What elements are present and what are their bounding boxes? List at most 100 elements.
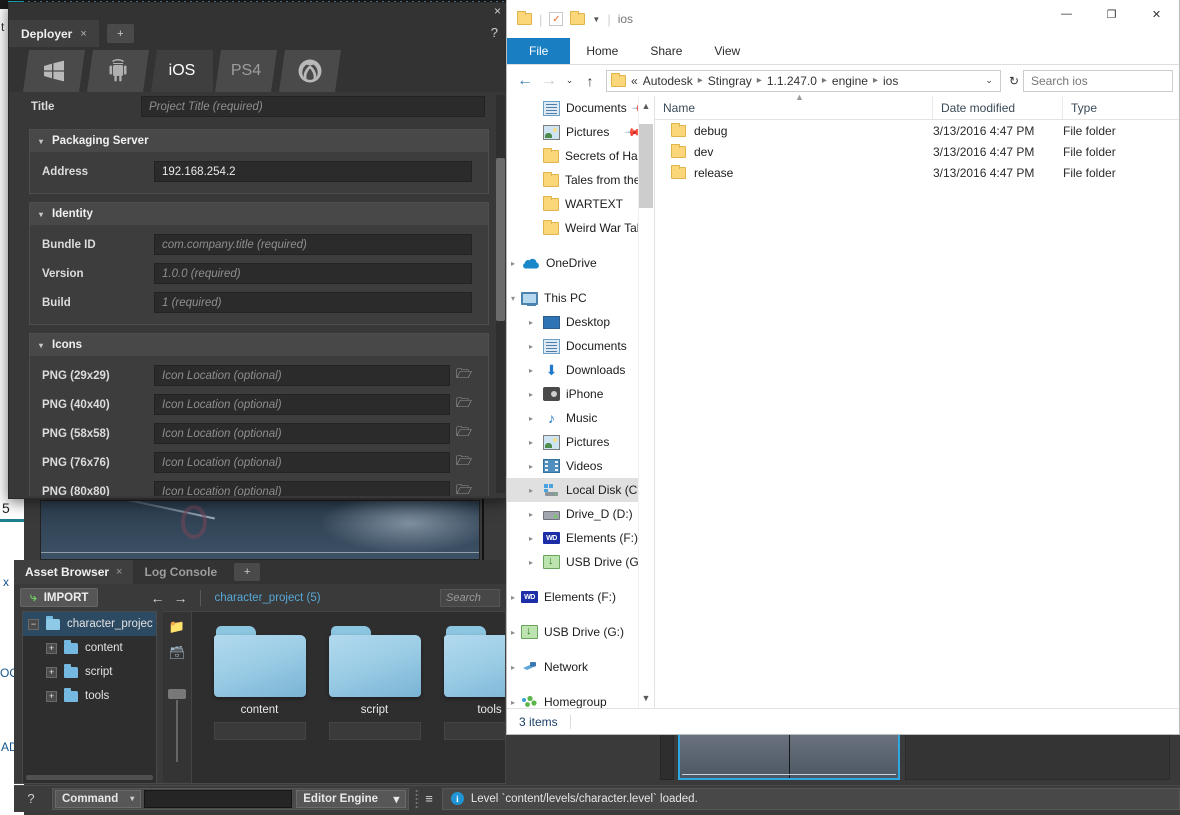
table-row[interactable]: debug 3/13/2016 4:47 PM File folder: [655, 120, 1179, 141]
browse-folder-icon[interactable]: 🗁: [454, 394, 474, 416]
sidebar-scrollbar[interactable]: ▲ ▼: [638, 96, 654, 708]
sidebar-item-this-pc[interactable]: ▾ This PC: [507, 286, 654, 310]
deployer-scrollbar-thumb[interactable]: [496, 158, 505, 321]
column-header-type[interactable]: Type: [1063, 96, 1179, 119]
tree-row[interactable]: + script: [23, 660, 156, 684]
sidebar-item-usb-drive-g[interactable]: ▸ USB Drive (G:): [507, 620, 654, 644]
asset-grid-item[interactable]: content: [202, 626, 317, 740]
tree-horizontal-scrollbar[interactable]: [26, 775, 153, 780]
address-bar[interactable]: « Autodesk ▸ Stingray ▸ 1.1.247.0 ▸ engi…: [606, 69, 1001, 92]
chevron-right-icon[interactable]: ▸: [529, 510, 533, 519]
close-icon[interactable]: ×: [494, 4, 501, 18]
breadcrumb-root[interactable]: «: [631, 74, 638, 88]
tree-row[interactable]: + content: [23, 636, 156, 660]
asset-search-input[interactable]: Search: [440, 588, 500, 607]
help-icon[interactable]: ?: [491, 25, 498, 40]
add-asset-icon[interactable]: 🗃: [169, 645, 186, 661]
back-icon[interactable]: ←: [513, 72, 537, 90]
editor-empty-panel[interactable]: [905, 730, 1170, 780]
scroll-down-icon[interactable]: ▼: [639, 690, 653, 706]
chevron-right-icon[interactable]: ▸: [529, 318, 533, 327]
sidebar-item-pictures[interactable]: ▸ Pictures: [507, 430, 654, 454]
sidebar-item-local-disk-c[interactable]: ▸ Local Disk (C:): [507, 478, 654, 502]
table-row[interactable]: release 3/13/2016 4:47 PM File folder: [655, 162, 1179, 183]
drag-gripper[interactable]: [415, 788, 420, 809]
ribbon-tab-view[interactable]: View: [698, 38, 756, 64]
close-icon[interactable]: ×: [80, 28, 86, 40]
sidebar-item-tales-from-the-c[interactable]: Tales from the C: [507, 168, 654, 192]
sidebar-item-usb-drive-g-child[interactable]: ▸ USB Drive (G:): [507, 550, 654, 574]
explorer-titlebar[interactable]: | ✓ ▼ | ios — ❐ ✕: [507, 0, 1179, 38]
sidebar-item-wartext[interactable]: WARTEXT: [507, 192, 654, 216]
recent-locations-icon[interactable]: ⌄: [561, 75, 578, 86]
platform-tab-android[interactable]: [87, 50, 149, 92]
browse-folder-icon[interactable]: 🗁: [454, 452, 474, 474]
sidebar-item-elements-f[interactable]: ▸ WD Elements (F:): [507, 585, 654, 609]
sidebar-item-desktop[interactable]: ▸ Desktop: [507, 310, 654, 334]
sidebar-item-pictures-quick[interactable]: Pictures 📌: [507, 120, 654, 144]
sidebar-item-weird-war-tales[interactable]: Weird War Tales: [507, 216, 654, 240]
tab-log-console[interactable]: Log Console: [133, 560, 229, 584]
maximize-button[interactable]: ❐: [1089, 0, 1134, 28]
browse-folder-icon[interactable]: 🗁: [454, 365, 474, 387]
sidebar-item-drive-d[interactable]: ▸ Drive_D (D:): [507, 502, 654, 526]
chevron-right-icon[interactable]: ▸: [529, 366, 533, 375]
ribbon-tab-file[interactable]: File: [507, 38, 571, 64]
chevron-right-icon[interactable]: ▸: [529, 462, 533, 471]
forward-icon[interactable]: →: [173, 590, 187, 606]
sidebar-item-onedrive[interactable]: ▸ OneDrive: [507, 251, 654, 275]
chevron-down-icon[interactable]: ⌄: [985, 75, 996, 86]
chevron-right-icon[interactable]: ▸: [529, 390, 533, 399]
ribbon-tab-home[interactable]: Home: [570, 38, 634, 64]
sidebar-item-secrets-of-haunt[interactable]: Secrets of Haunt: [507, 144, 654, 168]
collapse-icon[interactable]: −: [28, 618, 39, 630]
group-packaging-server-header[interactable]: ▾ Packaging Server: [30, 130, 488, 152]
expand-icon[interactable]: +: [46, 666, 57, 678]
scroll-up-icon[interactable]: ▲: [639, 98, 653, 114]
chevron-down-icon[interactable]: ▼: [592, 15, 600, 24]
chevron-down-icon[interactable]: ▾: [511, 294, 515, 303]
refresh-icon[interactable]: ↻: [1005, 74, 1023, 88]
add-tab-button[interactable]: +: [106, 24, 134, 43]
new-folder-icon[interactable]: [570, 11, 586, 25]
browse-folder-icon[interactable]: 🗁: [454, 481, 474, 497]
sidebar-item-elements-f-child[interactable]: ▸ WD Elements (F:): [507, 526, 654, 550]
chevron-right-icon[interactable]: ▸: [511, 663, 515, 672]
platform-tab-windows[interactable]: [23, 50, 85, 92]
expand-icon[interactable]: +: [46, 690, 57, 702]
address-input[interactable]: 192.168.254.2: [154, 161, 472, 182]
sidebar-item-iphone[interactable]: ▸ iPhone: [507, 382, 654, 406]
build-input[interactable]: 1 (required): [154, 292, 472, 313]
breadcrumb-item[interactable]: engine: [832, 74, 868, 88]
title-input[interactable]: Project Title (required): [141, 96, 485, 117]
editor-selected-panel[interactable]: [678, 730, 900, 780]
bundle-id-input[interactable]: com.company.title (required): [154, 234, 472, 255]
explorer-sidebar[interactable]: Documents 📌 Pictures 📌 Secrets of Haunt …: [507, 96, 655, 708]
close-button[interactable]: ✕: [1134, 0, 1179, 28]
sidebar-item-documents[interactable]: ▸ Documents: [507, 334, 654, 358]
sidebar-item-videos[interactable]: ▸ Videos: [507, 454, 654, 478]
breadcrumb-item[interactable]: 1.1.247.0: [767, 74, 817, 88]
up-icon[interactable]: ↑: [578, 73, 602, 89]
chevron-right-icon[interactable]: ▸: [529, 342, 533, 351]
back-icon[interactable]: ←: [150, 590, 164, 606]
deployer-titlebar[interactable]: ×: [9, 3, 507, 20]
import-button[interactable]: ⤷ IMPORT: [20, 588, 99, 607]
tab-asset-browser[interactable]: Asset Browser ×: [14, 560, 134, 584]
level-viewport[interactable]: [40, 500, 480, 560]
thumbnail-size-slider[interactable]: [168, 689, 186, 699]
group-identity-header[interactable]: ▾ Identity: [30, 203, 488, 225]
explorer-file-list[interactable]: Name Date modified Type ▲ debug 3/13/201…: [655, 92, 1179, 708]
sidebar-item-homegroup[interactable]: ▸ Homegroup: [507, 690, 654, 708]
chevron-right-icon[interactable]: ▸: [529, 414, 533, 423]
minimize-button[interactable]: —: [1044, 0, 1089, 28]
chevron-right-icon[interactable]: ▸: [529, 558, 533, 567]
chevron-right-icon[interactable]: ▸: [529, 486, 533, 495]
tree-row[interactable]: − character_project: [23, 612, 156, 636]
platform-tab-ios[interactable]: iOS: [151, 50, 213, 92]
version-input[interactable]: 1.0.0 (required): [154, 263, 472, 284]
thumbnail-size-track[interactable]: [176, 700, 178, 762]
breadcrumb-item[interactable]: Autodesk: [643, 74, 693, 88]
command-dropdown[interactable]: Command ▾: [55, 789, 142, 808]
sidebar-item-documents-quick[interactable]: Documents 📌: [507, 96, 654, 120]
